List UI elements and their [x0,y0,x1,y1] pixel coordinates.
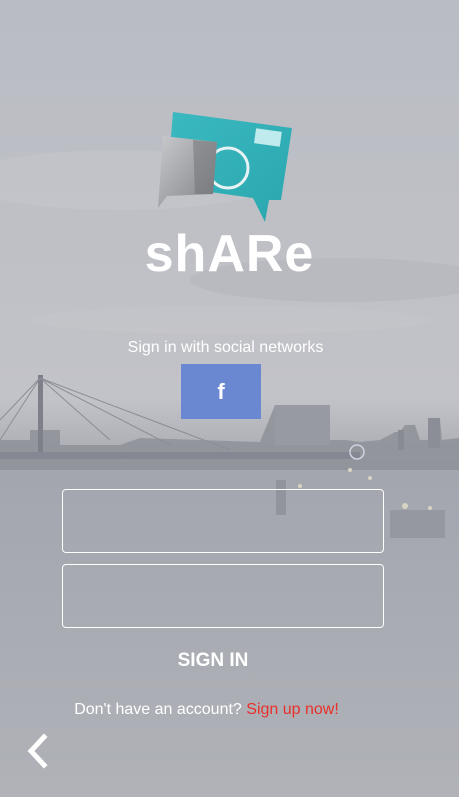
facebook-icon: f [217,378,225,404]
signup-prompt: Don't have an account? [74,701,242,718]
back-button[interactable] [24,733,54,769]
signup-link[interactable]: Sign up now! [246,701,339,718]
chevron-left-icon [27,733,48,769]
signup-prompt-row: Don't have an account? Sign up now! [0,701,413,719]
facebook-signin-button[interactable]: f [181,364,261,419]
share-logo-icon [155,110,295,225]
username-field[interactable] [62,489,384,553]
social-signin-label: Sign in with social networks [127,339,324,356]
sign-in-button[interactable]: SIGN IN [0,650,426,672]
password-field[interactable] [62,564,384,628]
app-title: shARe [144,225,315,283]
